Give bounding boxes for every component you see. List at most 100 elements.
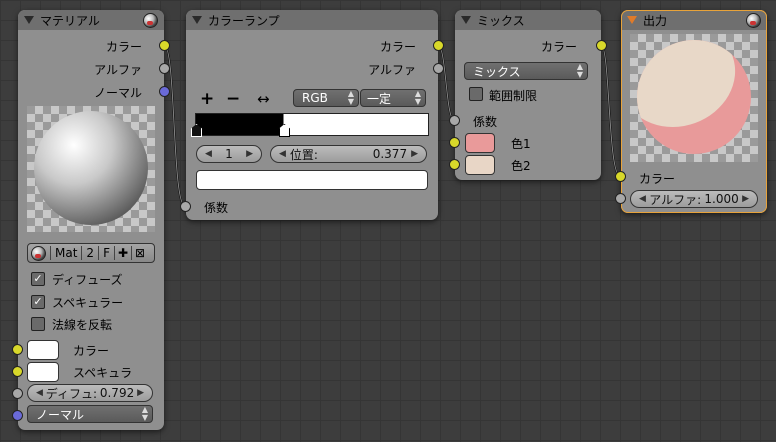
material-datablock-selector[interactable]: Mat 2 F ✚ ⊠: [27, 243, 155, 263]
mix-node-header[interactable]: ミックス: [455, 10, 601, 30]
add-material-icon[interactable]: ✚: [113, 246, 131, 260]
material-out-normal-socket[interactable]: [159, 86, 170, 97]
clamp-checkbox-label: 範囲制限: [489, 89, 538, 103]
increment-arrow-icon[interactable]: ▶: [411, 149, 418, 159]
material-type-icon[interactable]: [31, 245, 46, 261]
mix-out-color-socket[interactable]: [596, 40, 607, 51]
color2-swatch[interactable]: [465, 155, 495, 175]
link-mix-output: [600, 44, 621, 177]
diffuse-field-label: ディフュ:: [45, 386, 97, 401]
active-stop-index: 1: [225, 147, 233, 161]
increment-arrow-icon[interactable]: ▶: [742, 194, 749, 204]
invert-normal-checkbox[interactable]: [31, 317, 45, 331]
colorramp-out-color-label: カラー: [379, 40, 416, 54]
diffuse-checkbox[interactable]: ✓: [31, 272, 45, 286]
flip-ramp-button[interactable]: ↔: [257, 90, 270, 108]
material-in-color-socket[interactable]: [12, 344, 23, 355]
collapse-triangle-icon[interactable]: [24, 16, 34, 24]
mix-in-fac-socket[interactable]: [449, 115, 460, 126]
in-color-swatch[interactable]: [27, 340, 59, 360]
output-node-header[interactable]: 出力: [621, 10, 767, 30]
collapse-triangle-icon[interactable]: [627, 16, 637, 24]
mix-node-title: ミックス: [477, 13, 525, 28]
diffuse-intensity-field[interactable]: ◀ ディフュ: 0.792 ▶: [27, 384, 153, 402]
decrement-arrow-icon[interactable]: ◀: [639, 194, 646, 204]
normal-select-value: ノーマル: [36, 407, 85, 422]
stop-position-field[interactable]: ◀ 位置: 0.377 ▶: [270, 145, 427, 163]
material-node-title: マテリアル: [40, 13, 100, 28]
output-alpha-label: アルファ:: [649, 192, 702, 207]
material-out-normal-label: ノーマル: [93, 86, 142, 100]
add-stop-button[interactable]: +: [200, 89, 214, 109]
colorramp-out-alpha-socket[interactable]: [433, 63, 444, 74]
interpolation-value: 一定: [367, 91, 392, 106]
material-node-header[interactable]: マテリアル: [18, 10, 164, 30]
collapse-triangle-icon[interactable]: [461, 16, 471, 24]
mix-in-color2-socket[interactable]: [449, 159, 460, 170]
colorramp-node[interactable]: カラーランプ カラー アルファ + − ↔ RGB ▲ ▼ 一定 ▲ ▼ ◀ 1 ▶…: [186, 10, 438, 220]
clamp-checkbox[interactable]: [469, 87, 483, 101]
output-alpha-field[interactable]: ◀ アルファ: 1.000 ▶: [630, 190, 758, 208]
colorramp-out-color-socket[interactable]: [433, 40, 444, 51]
output-node[interactable]: 出力 カラー ◀ アルファ: 1.000 ▶: [621, 10, 767, 213]
increment-arrow-icon[interactable]: ▶: [246, 149, 253, 159]
material-preview: [27, 106, 155, 232]
material-in-diffuse-socket[interactable]: [12, 388, 23, 399]
material-in-normal-socket[interactable]: [12, 410, 23, 421]
link-colorramp-mix: [437, 44, 455, 121]
material-out-color-label: カラー: [105, 40, 142, 54]
output-preview: [630, 34, 758, 162]
specular-checkbox[interactable]: ✓: [31, 295, 45, 309]
material-out-color-socket[interactable]: [159, 40, 170, 51]
output-in-color-label: カラー: [639, 172, 676, 186]
active-stop-index-field[interactable]: ◀ 1 ▶: [196, 145, 262, 163]
colorramp-in-fac-label: 係数: [204, 201, 229, 215]
stop-position-label: 位置:: [289, 147, 318, 162]
blend-type-select[interactable]: ミックス ▲ ▼: [464, 62, 588, 80]
color2-label: 色2: [511, 159, 531, 173]
select-arrows-icon: ▲ ▼: [414, 89, 421, 106]
select-arrows-icon: ▲ ▼: [141, 405, 148, 422]
mix-node[interactable]: ミックス カラー ミックス ▲ ▼ 範囲制限 係数 色1 色2: [455, 10, 601, 180]
mix-in-fac-label: 係数: [473, 115, 498, 129]
colorramp-node-header[interactable]: カラーランプ: [186, 10, 438, 30]
color1-label: 色1: [511, 137, 531, 151]
decrement-arrow-icon[interactable]: ◀: [279, 149, 286, 159]
active-stop-color-swatch[interactable]: [196, 170, 428, 190]
output-alpha-value: 1.000: [704, 192, 739, 206]
mix-in-color1-socket[interactable]: [449, 137, 460, 148]
material-users-count[interactable]: 2: [81, 246, 98, 260]
material-out-alpha-label: アルファ: [94, 63, 142, 77]
output-in-color-socket[interactable]: [615, 171, 626, 182]
preview-toggle-icon[interactable]: [143, 13, 158, 28]
color-ramp-bar[interactable]: [195, 113, 429, 136]
color-mode-select[interactable]: RGB ▲ ▼: [293, 89, 359, 107]
material-name[interactable]: Mat: [50, 246, 81, 260]
fake-user-button[interactable]: F: [98, 246, 114, 260]
unlink-material-icon[interactable]: ⊠: [131, 246, 148, 260]
in-spec-swatch[interactable]: [27, 362, 59, 382]
stop-position-value: 0.377: [372, 147, 408, 161]
color-mode-value: RGB: [302, 91, 328, 105]
specular-checkbox-label: スペキュラー: [52, 296, 124, 310]
interpolation-select[interactable]: 一定 ▲ ▼: [360, 89, 426, 107]
colorramp-in-fac-socket[interactable]: [180, 201, 191, 212]
blend-type-value: ミックス: [473, 64, 521, 79]
material-node[interactable]: マテリアル カラー アルファ ノーマル Mat 2 F ✚ ⊠ ✓ ディフューズ…: [18, 10, 164, 430]
output-preview-image: [637, 40, 751, 154]
color1-swatch[interactable]: [465, 133, 495, 153]
normal-select[interactable]: ノーマル ▲ ▼: [27, 405, 153, 423]
select-arrows-icon: ▲ ▼: [576, 62, 583, 79]
decrement-arrow-icon[interactable]: ◀: [205, 149, 212, 159]
material-in-spec-socket[interactable]: [12, 366, 23, 377]
decrement-arrow-icon[interactable]: ◀: [36, 388, 43, 398]
invert-normal-label: 法線を反転: [52, 318, 113, 332]
in-color-label: カラー: [73, 344, 110, 358]
increment-arrow-icon[interactable]: ▶: [137, 388, 144, 398]
remove-stop-button[interactable]: −: [226, 89, 240, 109]
in-spec-label: スペキュラ: [73, 366, 133, 380]
output-in-alpha-socket[interactable]: [615, 193, 626, 204]
material-out-alpha-socket[interactable]: [159, 63, 170, 74]
collapse-triangle-icon[interactable]: [192, 16, 202, 24]
preview-toggle-icon[interactable]: [746, 13, 761, 28]
